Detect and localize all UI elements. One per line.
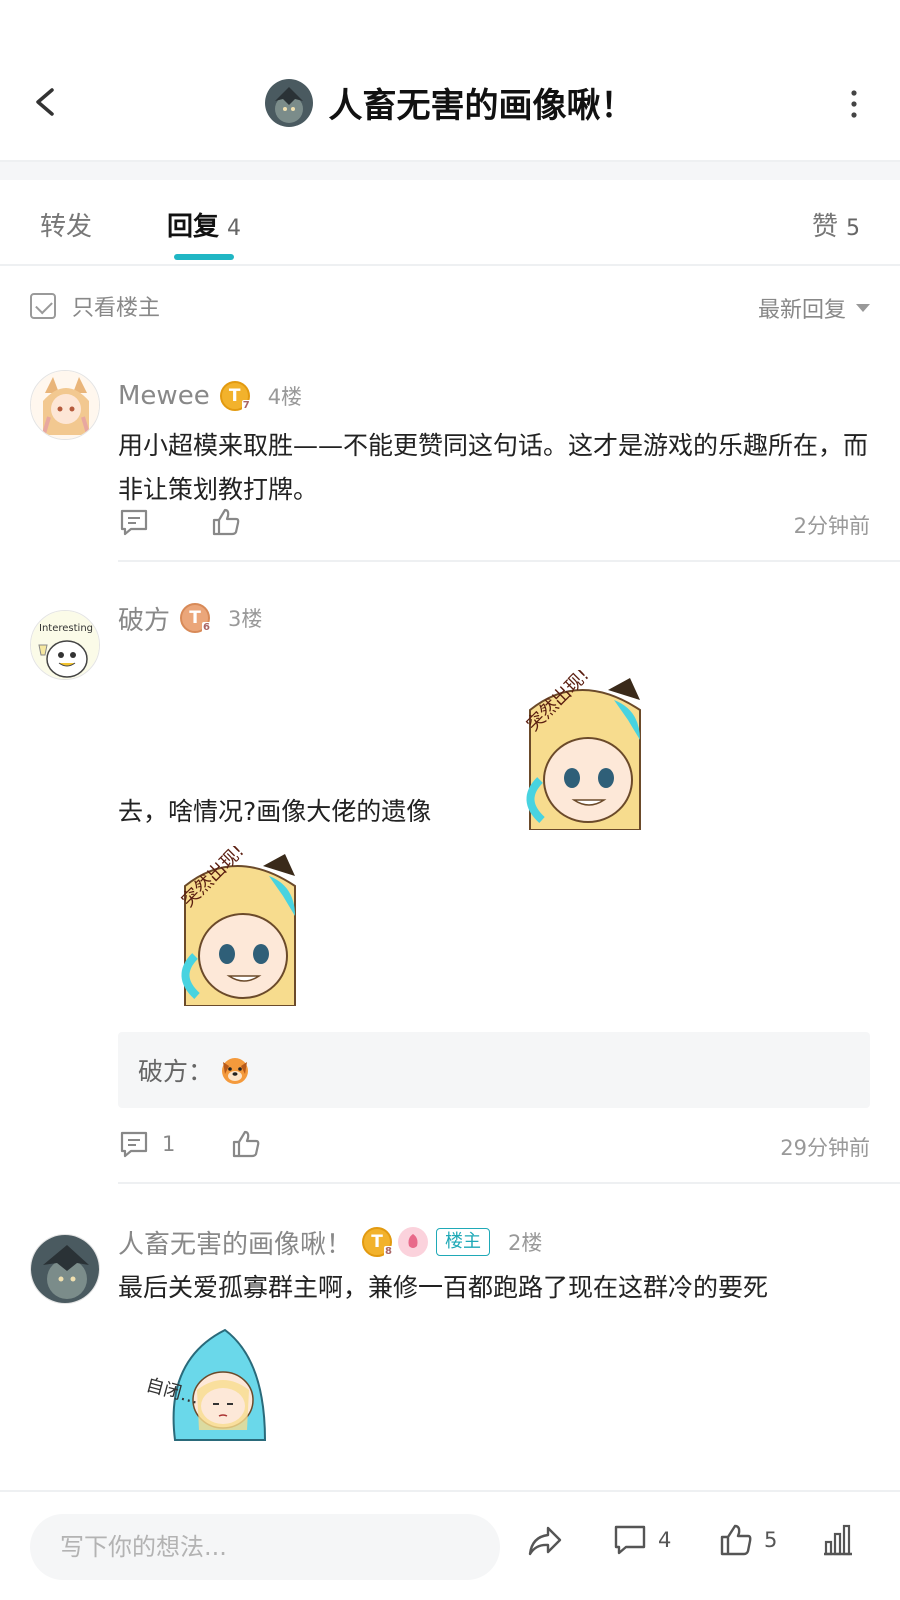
thumbs-up-icon (212, 508, 240, 536)
medal-icon (398, 1227, 429, 1257)
comments-button[interactable]: 4 (612, 1522, 671, 1558)
avatar[interactable] (30, 370, 100, 440)
tab-like[interactable]: 赞5 (812, 206, 860, 243)
thumbs-up-icon (720, 1524, 752, 1556)
share-icon (528, 1526, 562, 1556)
tab-reply-label: 回复 (167, 212, 220, 242)
like-button[interactable]: 5 (718, 1522, 777, 1558)
tab-bar: 转发 回复 4 赞5 (0, 180, 900, 266)
comment-input[interactable]: 写下你的想法... (30, 1514, 500, 1580)
floor-number: 3楼 (228, 607, 263, 631)
like-count: 5 (764, 1528, 778, 1552)
tab-reply-count: 4 (227, 216, 242, 241)
bottom-action-bar: 写下你的想法... 4 5 (0, 1490, 900, 1600)
avatar[interactable]: Interesting (30, 610, 100, 680)
username[interactable]: 破方 (118, 600, 170, 637)
author-avatar[interactable] (265, 78, 314, 127)
like-button[interactable] (210, 506, 242, 538)
comment-header: 破方 T6 3楼 (118, 600, 262, 636)
comment-actions: 1 29分钟前 (118, 1128, 870, 1164)
avatar-text: Interesting (39, 623, 93, 634)
username[interactable]: Mewee (118, 381, 210, 411)
sticker-hooded-girl: 自闭… (144, 1328, 267, 1441)
stats-button[interactable] (820, 1522, 856, 1558)
sort-label: 最新回复 (757, 298, 846, 323)
filter-row: 只看楼主 最新回复 (0, 290, 900, 326)
share-button[interactable] (526, 1522, 564, 1560)
bar-chart-icon (824, 1524, 852, 1556)
page-title: 人畜无害的画像啾！ (328, 86, 635, 126)
username[interactable]: 人畜无害的画像啾！ (118, 1224, 352, 1261)
comment-text: 最后关爱孤寡群主啊，兼修一百都跑路了现在这群冷的要死 (118, 1273, 769, 1302)
comment-header: Mewee T7 4楼 (118, 378, 302, 414)
top-app-bar: 人畜无害的画像啾！ (0, 60, 900, 160)
avatar[interactable] (30, 1234, 100, 1304)
tab-like-count: 5 (846, 216, 860, 241)
comment-header: 人畜无害的画像啾！ T8 楼主 2楼 (118, 1224, 542, 1260)
more-vertical-icon (851, 90, 857, 118)
sticker-girl: 突然出现! (178, 841, 296, 1007)
comment-bubble-icon (614, 1525, 646, 1555)
comment-divider (118, 1182, 900, 1184)
comment-actions: 2分钟前 (118, 506, 870, 542)
comment-icon (120, 509, 148, 536)
comment-time: 2分钟前 (793, 514, 870, 538)
like-button[interactable] (230, 1128, 262, 1160)
level-badge: T6 (180, 603, 212, 633)
reply-button[interactable] (118, 506, 150, 538)
comment-icon (120, 1131, 148, 1158)
comment-divider (118, 560, 900, 562)
floor-number: 4楼 (267, 385, 303, 409)
more-options-button[interactable] (846, 88, 862, 120)
tab-reply[interactable]: 回复 4 (167, 206, 241, 243)
only-op-label: 只看楼主 (72, 296, 161, 321)
reply-count: 1 (162, 1132, 176, 1156)
comment-text: 用小超模来取胜——不能更赞同这句话。这才是游戏的乐趣所在，而非让策划教打牌。 (118, 431, 869, 504)
comment-count: 4 (658, 1528, 672, 1552)
comment-text: 去，啥情况?画像大佬的遗像 (118, 797, 432, 826)
floor-number: 2楼 (508, 1231, 543, 1255)
reply-preview-user: 破方： (138, 1057, 214, 1086)
level-number: 6 (202, 622, 212, 633)
section-separator (0, 162, 900, 180)
sticker-image[interactable]: 自闭… (135, 1320, 275, 1464)
level-number: 8 (384, 1246, 394, 1257)
active-tab-indicator (174, 254, 234, 260)
caret-down-icon (856, 304, 870, 312)
tab-like-label: 赞 (811, 212, 838, 242)
checkbox-icon[interactable] (30, 293, 56, 319)
reply-preview[interactable]: 破方： (118, 1032, 870, 1108)
op-badge: 楼主 (436, 1228, 491, 1256)
reply-button[interactable]: 1 (118, 1128, 175, 1160)
thumbs-up-icon (232, 1130, 260, 1158)
sticker-image[interactable]: 突然出现! (145, 841, 305, 1010)
level-badge: T7 (219, 381, 251, 411)
only-op-toggle[interactable]: 只看楼主 (30, 290, 160, 322)
level-number: 7 (241, 400, 251, 411)
dog-emoji-icon (222, 1058, 249, 1084)
tab-forward[interactable]: 转发 (40, 206, 92, 243)
comment-time: 29分钟前 (780, 1136, 870, 1160)
level-badge: T8 (362, 1227, 394, 1257)
tab-forward-label: 转发 (40, 212, 93, 242)
sort-dropdown[interactable]: 最新回复 (758, 292, 870, 324)
